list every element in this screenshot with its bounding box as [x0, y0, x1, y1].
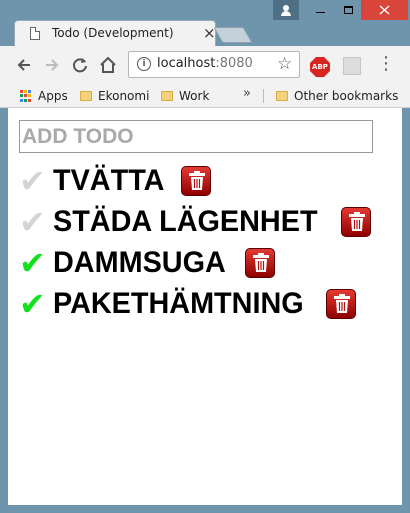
- todo-list: ✔ TVÄTTA ✔ STÄDA LÄGENHET ✔ DAMMSUGA ✔ P…: [19, 160, 371, 324]
- trash-icon: [189, 170, 206, 190]
- close-icon: [379, 5, 390, 15]
- bookmark-other[interactable]: Other bookmarks: [276, 87, 398, 105]
- todo-text[interactable]: PAKETHÄMTNING: [53, 284, 304, 324]
- browser-menu-icon[interactable]: ⋮: [377, 54, 395, 74]
- todo-item: ✔ DAMMSUGA: [19, 242, 371, 283]
- todo-text[interactable]: STÄDA LÄGENHET: [53, 202, 318, 242]
- browser-tab[interactable]: Todo (Development) ×: [14, 20, 216, 46]
- bookmark-star-icon[interactable]: ☆: [277, 54, 292, 74]
- home-icon: [100, 56, 116, 73]
- maximize-button[interactable]: [335, 0, 363, 20]
- minimize-button[interactable]: [307, 0, 335, 20]
- arrow-left-icon: [17, 59, 30, 71]
- home-button[interactable]: [98, 55, 118, 75]
- trash-icon: [348, 211, 365, 231]
- back-button[interactable]: [14, 55, 34, 75]
- user-profile-button[interactable]: [273, 0, 299, 20]
- window-close-button[interactable]: [361, 0, 408, 20]
- todo-item: ✔ TVÄTTA: [19, 160, 371, 201]
- bookmarks-bar: Apps Ekonomi Work » Other bookmarks: [0, 84, 410, 108]
- bookmark-label: Ekonomi: [98, 89, 150, 103]
- bookmark-label: Work: [179, 89, 210, 103]
- bookmark-apps-label: Apps: [38, 89, 68, 103]
- new-tab-button[interactable]: [213, 27, 253, 43]
- arrow-right-icon: [46, 59, 59, 71]
- url-port: :8080: [215, 56, 253, 71]
- todo-text[interactable]: DAMMSUGA: [53, 243, 226, 283]
- address-bar[interactable]: i localhost:8080 ☆: [128, 51, 300, 78]
- folder-icon: [276, 91, 288, 101]
- bookmark-ekonomi[interactable]: Ekonomi: [80, 87, 149, 105]
- todo-item: ✔ STÄDA LÄGENHET: [19, 201, 371, 242]
- check-icon[interactable]: ✔: [19, 202, 53, 242]
- adblock-plus-icon[interactable]: ABP: [310, 57, 330, 77]
- delete-button[interactable]: [326, 288, 357, 319]
- todo-text[interactable]: TVÄTTA: [53, 161, 164, 201]
- reload-icon: [73, 58, 87, 73]
- bookmarks-divider: [263, 89, 264, 103]
- url-text: localhost:8080: [157, 56, 253, 71]
- tab-title: Todo (Development): [52, 26, 174, 40]
- bookmark-work[interactable]: Work: [161, 87, 209, 105]
- browser-toolbar: i localhost:8080 ☆ ABP ⋮: [0, 46, 410, 84]
- check-icon[interactable]: ✔: [19, 284, 53, 324]
- info-icon[interactable]: i: [137, 57, 151, 71]
- apps-grid-icon: [20, 90, 32, 102]
- forward-button[interactable]: [42, 55, 62, 75]
- page-viewport: ✔ TVÄTTA ✔ STÄDA LÄGENHET ✔ DAMMSUGA ✔ P…: [8, 108, 402, 505]
- check-icon[interactable]: ✔: [19, 243, 53, 283]
- window-titlebar: Todo (Development) ×: [0, 0, 410, 46]
- delete-button[interactable]: [245, 247, 275, 278]
- folder-icon: [80, 91, 92, 101]
- bookmark-label: Other bookmarks: [294, 89, 399, 103]
- todo-item: ✔ PAKETHÄMTNING: [19, 283, 371, 324]
- folder-icon: [161, 91, 173, 101]
- delete-button[interactable]: [340, 206, 371, 237]
- check-icon[interactable]: ✔: [19, 161, 53, 201]
- reload-button[interactable]: [70, 55, 90, 75]
- extension-icon[interactable]: [343, 57, 361, 75]
- document-icon: [30, 27, 40, 40]
- trash-icon: [253, 252, 269, 272]
- bookmark-apps[interactable]: Apps: [20, 87, 68, 105]
- add-todo-input[interactable]: [19, 120, 373, 153]
- trash-icon: [334, 293, 351, 313]
- bookmarks-overflow-button[interactable]: »: [243, 86, 251, 101]
- delete-button[interactable]: [181, 165, 212, 196]
- url-host: localhost: [157, 56, 216, 71]
